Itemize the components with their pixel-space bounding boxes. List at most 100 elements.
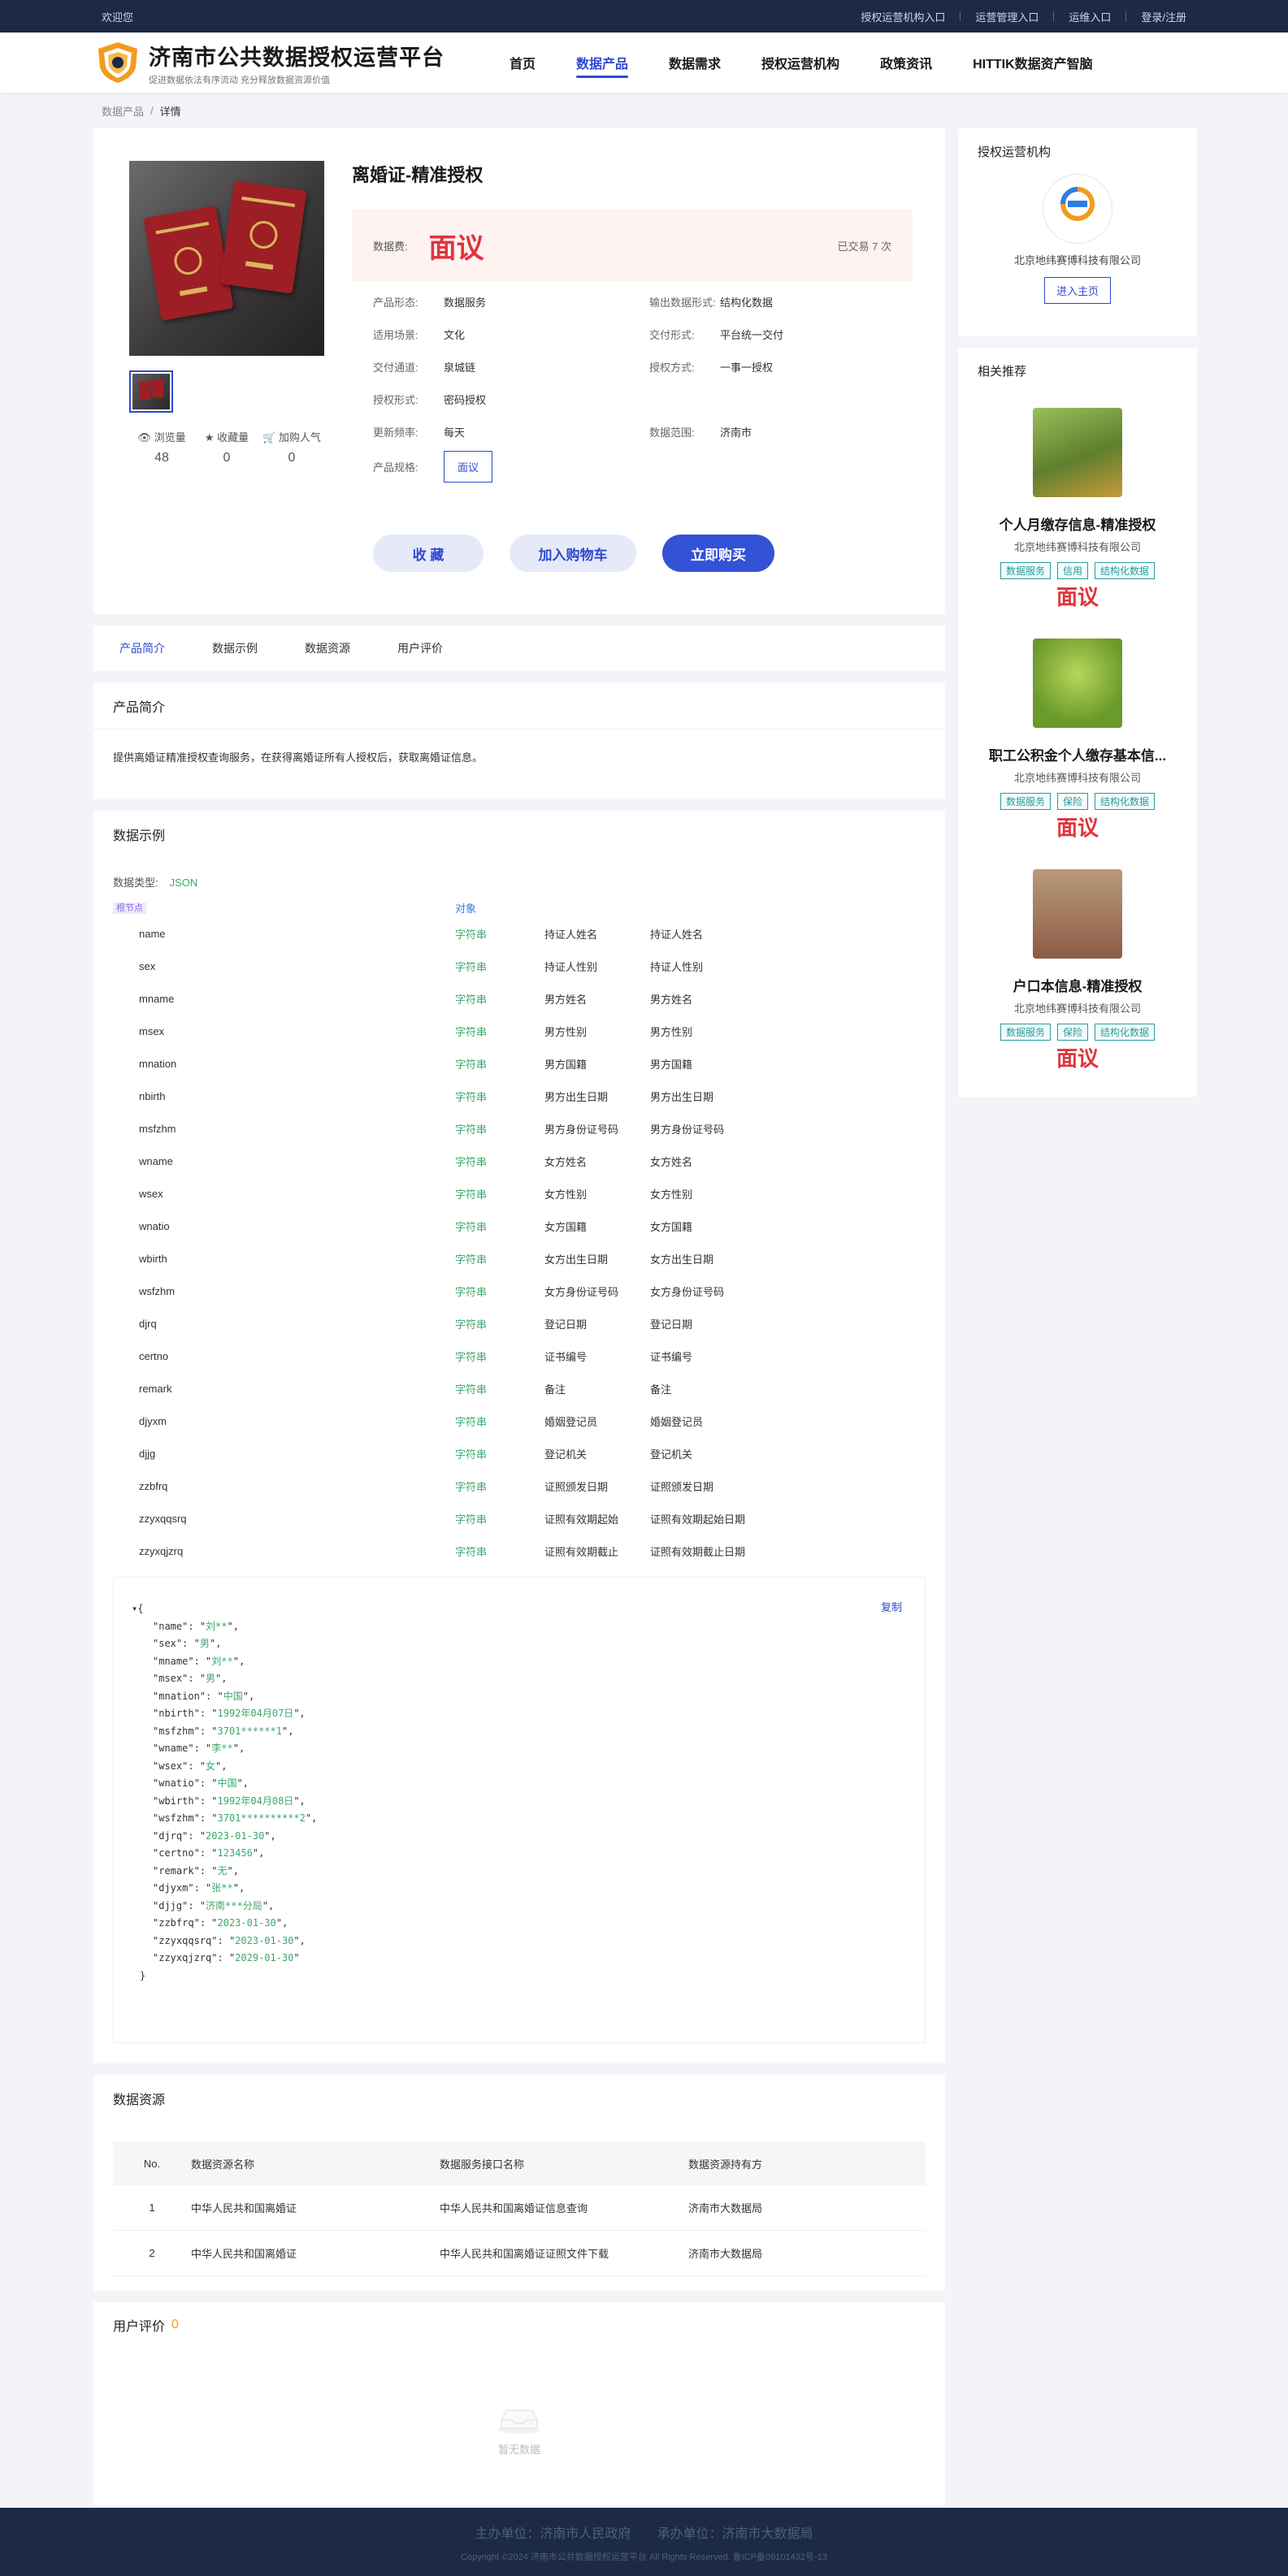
recommendation-item[interactable]: 个人月缴存信息-精准授权 北京地纬赛博科技有限公司 数据服务 信用 结构化数据 面议 (958, 393, 1197, 624)
breadcrumb-data-products[interactable]: 数据产品 (102, 103, 144, 119)
json-key: name (158, 1620, 183, 1632)
json-value: 1992年04月07日 (217, 1708, 294, 1719)
product-image[interactable] (129, 161, 324, 356)
json-key: wname (158, 1743, 189, 1754)
add-to-cart-button[interactable]: 加入购物车 (510, 535, 636, 572)
copy-button[interactable]: 复制 (881, 1599, 902, 1617)
cell-resource-name: 中华人民共和国离婚证 (191, 2202, 297, 2214)
spec-label: 产品规格: (373, 461, 418, 474)
ops-management-entry-link[interactable]: 运营管理入口 (975, 9, 1039, 24)
json-key: djyxm (158, 1882, 189, 1894)
favorite-button[interactable]: 收 藏 (373, 535, 484, 572)
field-description: 男方出生日期 (650, 1090, 714, 1103)
json-value: 男 (199, 1638, 210, 1649)
json-key: wbirth (158, 1795, 194, 1807)
json-line: "djrq": "2023-01-30", (153, 1829, 276, 1842)
attribute-label: 产品形态: (373, 297, 418, 309)
attribute-value: 泉城链 (444, 362, 476, 374)
nav-hittik-brain[interactable]: HITTIK数据资产智脑 (952, 32, 1113, 93)
buy-now-button[interactable]: 立即购买 (662, 535, 774, 572)
json-key: nbirth (158, 1708, 194, 1719)
recommendation-tag: 结构化数据 (1095, 793, 1156, 810)
org-homepage-button[interactable]: 进入主页 (1043, 277, 1111, 304)
header-resource-name: 数据资源名称 (191, 2158, 255, 2171)
spec-option[interactable]: 面议 (444, 451, 493, 483)
stat-cart: 🛒 加购人气 0 (259, 429, 324, 465)
recommendation-image[interactable] (1033, 869, 1122, 959)
product-attribute (649, 392, 893, 407)
tab-resources[interactable]: 数据资源 (305, 640, 350, 656)
intro-text: 提供离婚证精准授权查询服务，在获得离婚证所有人授权后，获取离婚证信息。 (113, 751, 484, 764)
field-name: 女方身份证号码 (544, 1285, 619, 1298)
recommendation-item[interactable]: 职工公积金个人缴存基本信... 北京地纬赛博科技有限公司 数据服务 保险 结构化数据 面议 (958, 624, 1197, 855)
recommendation-tag: 数据服务 (1000, 793, 1051, 810)
field-name: 男方国籍 (544, 1058, 588, 1071)
recommendation-price: 面议 (1056, 816, 1099, 840)
auth-org-entry-link[interactable]: 授权运营机构入口 (861, 9, 945, 24)
json-line: "wsfzhm": "3701**********2", (153, 1812, 318, 1824)
login-register-link[interactable]: 登录/注册 (1141, 9, 1186, 24)
root-node-tag: 根节点 (113, 903, 146, 914)
recommendation-tag: 结构化数据 (1095, 562, 1156, 579)
org-logo[interactable] (1043, 174, 1112, 244)
product-attributes: 产品形态: 数据服务 输出数据形式: 结构化数据 适用场景: 文化 交付形式: 平台统一交付交… (352, 294, 913, 439)
field-key: mnation (139, 1057, 177, 1070)
attribute-label: 输出数据形式: (649, 297, 716, 309)
field-type: 字符串 (455, 993, 488, 1006)
field-name: 男方出生日期 (544, 1090, 609, 1103)
field-type: 字符串 (455, 1155, 488, 1168)
recommendation-title[interactable]: 个人月缴存信息-精准授权 (1000, 513, 1156, 534)
field-key: sex (139, 959, 156, 972)
collapse-toggle-icon[interactable]: ▾ (132, 1603, 137, 1614)
site-logo[interactable]: 济南市公共数据授权运营平台 促进数据依法有序流动 充分释放数据资源价值 (93, 40, 445, 86)
product-attribute: 更新频率: 每天 (373, 424, 649, 439)
product-attribute: 输出数据形式: 结构化数据 (649, 294, 893, 310)
divider (1053, 11, 1055, 21)
shield-logo-icon (98, 42, 137, 83)
json-key: wsex (158, 1760, 183, 1772)
json-example: 复制 ▾{ "name": "刘**", "sex": "男", "mname": … (113, 1577, 926, 2043)
nav-data-products[interactable]: 数据产品 (556, 32, 648, 93)
attribute-value: 一事一授权 (720, 362, 774, 374)
json-line: "zzyxqjzrq": "2029-01-30" (153, 1952, 300, 1963)
tab-sample[interactable]: 数据示例 (212, 640, 258, 656)
stat-views-label: 浏览量 (154, 431, 186, 444)
recommendation-image[interactable] (1033, 639, 1122, 728)
attribute-value: 每天 (444, 426, 466, 439)
attribute-value: 结构化数据 (720, 297, 774, 309)
field-name: 女方性别 (544, 1188, 588, 1201)
tab-intro[interactable]: 产品简介 (119, 640, 165, 656)
attribute-label: 授权方式: (649, 362, 695, 374)
site-subtitle: 促进数据依法有序流动 充分释放数据资源价值 (149, 75, 331, 85)
deal-count: 已交易 7 次 (837, 240, 891, 253)
recommendation-image[interactable] (1033, 408, 1122, 497)
json-line: "certno": "123456", (153, 1847, 265, 1859)
product-info: 离婚证-精准授权 数据费: 面议 已交易 7 次 产品形态: 数据服务 输出数据形式… (352, 161, 913, 483)
sample-section: 数据示例 数据类型: JSON 根节点 对象 name 字符串 持证人姓名 持证人姓名 s… (93, 811, 945, 2063)
org-logo-icon (1060, 187, 1095, 221)
nav-auth-orgs[interactable]: 授权运营机构 (741, 32, 860, 93)
nav-home[interactable]: 首页 (489, 32, 556, 93)
recommendation-item[interactable]: 户口本信息-精准授权 北京地纬赛博科技有限公司 数据服务 保险 结构化数据 面议 (958, 855, 1197, 1085)
field-name: 女方姓名 (544, 1155, 588, 1168)
recommendation-title[interactable]: 户口本信息-精准授权 (1013, 975, 1143, 995)
field-type: 字符串 (455, 1188, 488, 1201)
header-holder: 数据资源持有方 (688, 2158, 763, 2171)
field-key: zzyxqjzrq (139, 1544, 184, 1557)
field-key: certno (139, 1349, 169, 1362)
nav-policy-news[interactable]: 政策资讯 (860, 32, 952, 93)
field-description: 登记机关 (650, 1448, 693, 1461)
recommendation-title[interactable]: 职工公积金个人缴存基本信... (989, 744, 1166, 764)
tab-reviews[interactable]: 用户评价 (397, 640, 443, 656)
field-description: 持证人性别 (650, 960, 704, 973)
json-key: djrq (158, 1829, 183, 1842)
field-key: wbirth (139, 1252, 167, 1265)
json-line: "msex": "男", (153, 1673, 228, 1684)
json-key: msex (158, 1673, 183, 1684)
nav-data-demands[interactable]: 数据需求 (648, 32, 741, 93)
json-line: "nbirth": "1992年04月07日", (153, 1708, 306, 1719)
product-thumbnail[interactable] (129, 370, 173, 413)
json-key: zzyxqjzrq (158, 1952, 212, 1963)
field-type: 字符串 (455, 928, 488, 941)
maintenance-entry-link[interactable]: 运维入口 (1069, 9, 1111, 24)
